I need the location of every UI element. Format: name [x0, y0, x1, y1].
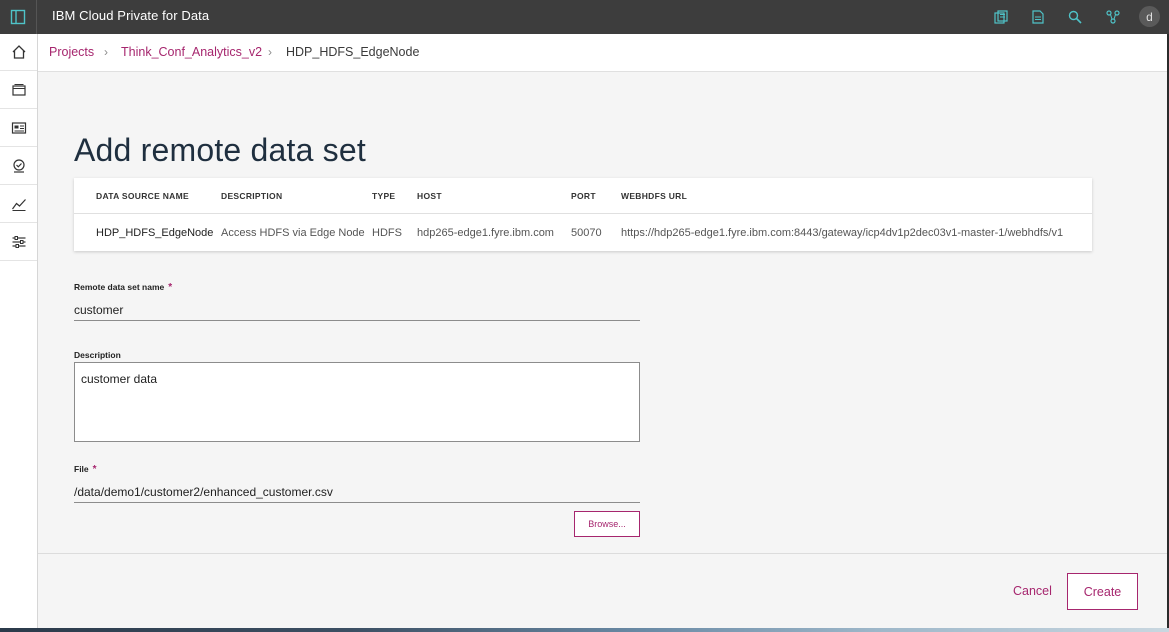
cell-type: HDFS: [372, 227, 402, 239]
column-header: HOST: [417, 191, 442, 201]
cell-name: HDP_HDFS_EdgeNode: [96, 227, 214, 239]
name-field-label: Remote data set name *: [74, 282, 172, 293]
search-icon[interactable]: [1066, 8, 1084, 26]
column-header: DESCRIPTION: [221, 191, 283, 201]
column-header: TYPE: [372, 191, 396, 201]
breadcrumb: Projects › Think_Conf_Analytics_v2 › HDP…: [38, 34, 1169, 72]
home-icon[interactable]: [0, 34, 37, 71]
data-source-table: DATA SOURCE NAME DESCRIPTION TYPE HOST P…: [74, 178, 1092, 251]
chevron-right-icon: ›: [268, 45, 272, 59]
name-input[interactable]: [74, 299, 640, 321]
app-title: IBM Cloud Private for Data: [52, 8, 210, 23]
description-field-label: Description: [74, 350, 121, 360]
file-label-text: File: [74, 464, 89, 474]
breadcrumb-current: HDP_HDFS_EdgeNode: [286, 45, 420, 59]
badge-icon[interactable]: [0, 148, 37, 185]
required-marker: *: [168, 282, 173, 293]
cell-host: hdp265-edge1.fyre.ibm.com: [417, 227, 554, 239]
projects-icon[interactable]: [0, 72, 37, 109]
description-textarea[interactable]: customer data: [74, 362, 640, 442]
browse-button[interactable]: Browse...: [574, 511, 640, 537]
file-path-input[interactable]: [74, 481, 640, 503]
cell-port: 50070: [571, 227, 602, 239]
cancel-button[interactable]: Cancel: [1013, 584, 1052, 598]
chevron-right-icon: ›: [104, 45, 108, 59]
document-icon[interactable]: [1029, 8, 1047, 26]
side-panel-toggle-icon[interactable]: [0, 0, 37, 34]
catalog-icon[interactable]: [992, 8, 1010, 26]
collaborators-icon[interactable]: [1104, 8, 1122, 26]
column-header: DATA SOURCE NAME: [96, 191, 189, 201]
settings-sliders-icon[interactable]: [0, 224, 37, 261]
column-header: WEBHDFS URL: [621, 191, 688, 201]
file-field-label: File *: [74, 464, 97, 475]
breadcrumb-projects[interactable]: Projects: [49, 45, 94, 59]
cell-url: https://hdp265-edge1.fyre.ibm.com:8443/g…: [621, 227, 1064, 239]
top-bar: IBM Cloud Private for Data d: [0, 0, 1169, 34]
page-title: Add remote data set: [74, 132, 366, 168]
analytics-icon[interactable]: [0, 186, 37, 223]
desktop-background-strip: [0, 628, 1169, 632]
table-header-row: DATA SOURCE NAME DESCRIPTION TYPE HOST P…: [74, 178, 1092, 214]
column-header: PORT: [571, 191, 596, 201]
left-nav: [0, 34, 38, 632]
user-avatar[interactable]: d: [1139, 6, 1160, 27]
name-label-text: Remote data set name: [74, 282, 165, 292]
catalog-icon[interactable]: [0, 110, 37, 147]
footer-divider: [38, 553, 1169, 554]
required-marker: *: [92, 464, 97, 475]
breadcrumb-project[interactable]: Think_Conf_Analytics_v2: [121, 45, 262, 59]
create-button[interactable]: Create: [1067, 573, 1138, 610]
cell-description: Access HDFS via Edge Node: [221, 227, 365, 239]
